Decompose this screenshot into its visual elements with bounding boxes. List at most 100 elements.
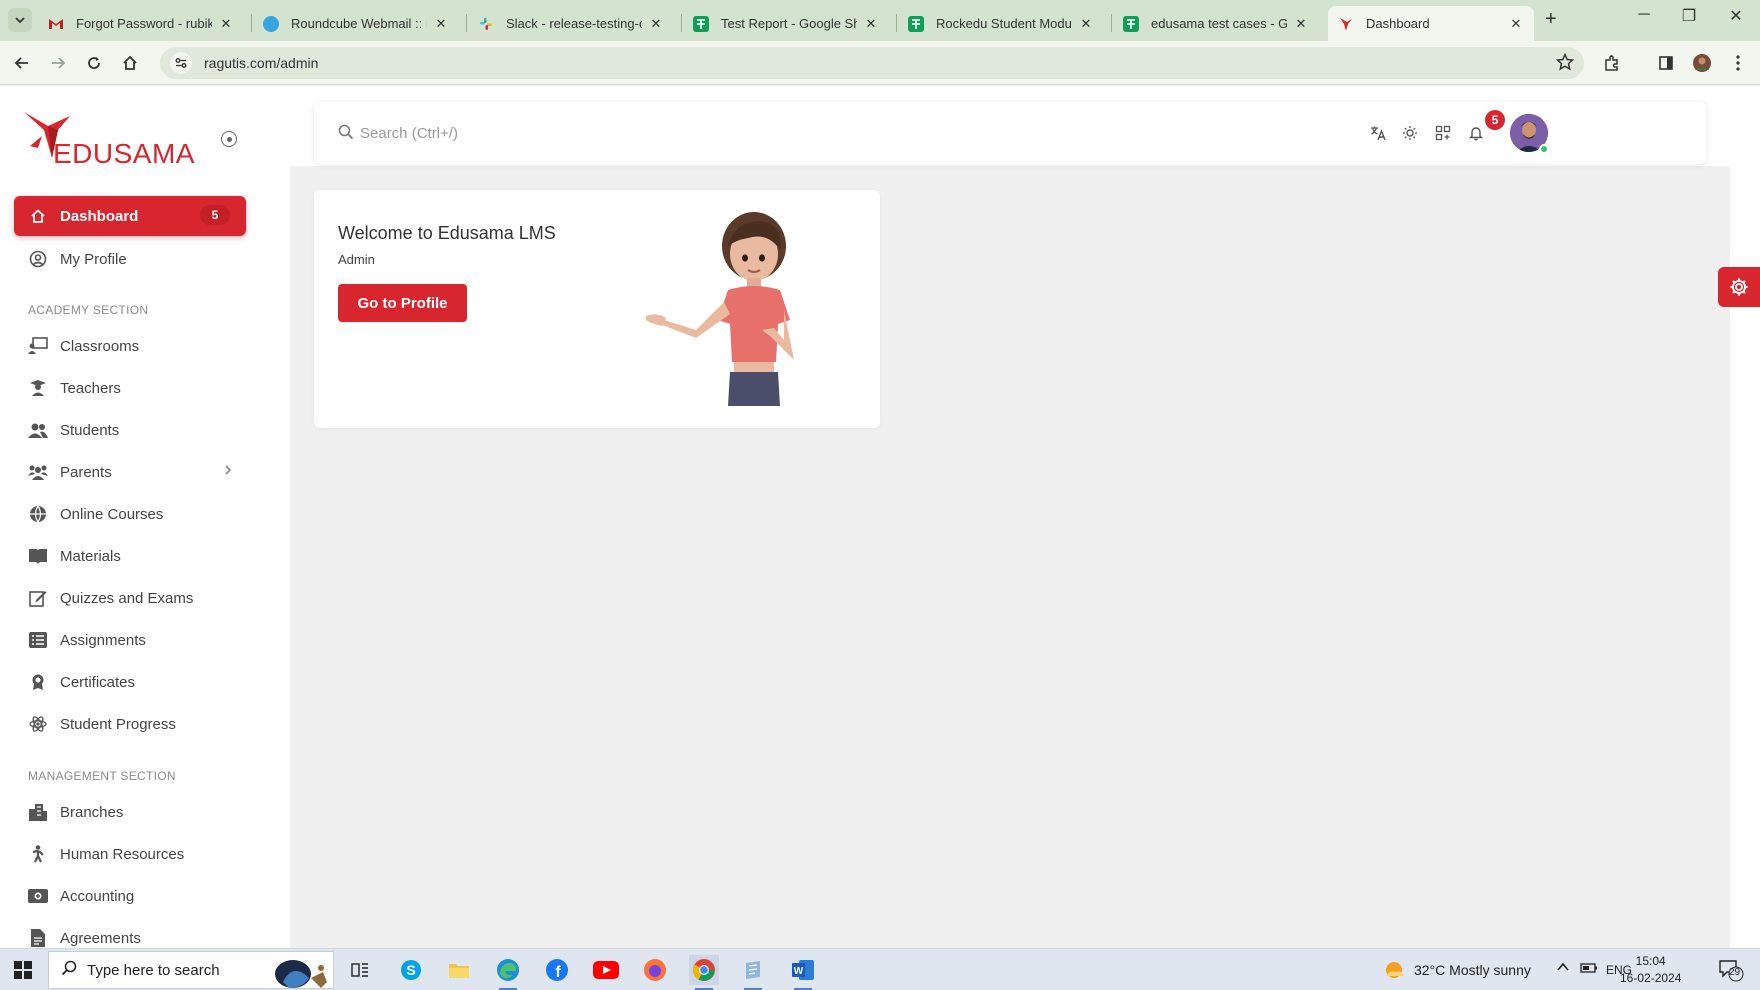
reload-icon[interactable] xyxy=(82,51,106,75)
browser-tab-bar: Forgot Password - rubikaan ✕ Roundcube W… xyxy=(0,0,1760,41)
browser-toolbar: ragutis.com/admin xyxy=(0,41,1760,85)
battery-network-icon[interactable] xyxy=(1580,961,1598,978)
gmail-icon xyxy=(48,16,64,32)
management-section-label: MANAGEMENT SECTION xyxy=(28,769,176,783)
search-icon xyxy=(338,124,354,145)
home-icon[interactable] xyxy=(118,51,142,75)
new-tab-icon[interactable]: + xyxy=(1545,8,1557,31)
theme-customizer-button[interactable] xyxy=(1718,267,1760,307)
skype-icon[interactable]: S xyxy=(396,955,426,985)
weather-text[interactable]: 32°C Mostly sunny xyxy=(1414,962,1531,978)
students-icon xyxy=(28,420,48,440)
notification-bell-icon[interactable] xyxy=(1466,123,1486,143)
close-tab-icon[interactable]: ✕ xyxy=(433,16,449,32)
facebook-icon[interactable]: f xyxy=(542,955,572,985)
side-panel-icon[interactable] xyxy=(1654,51,1678,75)
browser-menu-icon[interactable] xyxy=(1726,51,1750,75)
back-icon[interactable] xyxy=(10,51,34,75)
close-tab-icon[interactable]: ✕ xyxy=(648,16,664,32)
welcome-card: Welcome to Edusama LMS Admin Go to Profi… xyxy=(314,190,880,428)
parents-icon xyxy=(28,462,48,482)
close-window-icon[interactable]: ✕ xyxy=(1716,6,1756,26)
shortcuts-grid-icon[interactable] xyxy=(1433,123,1453,143)
forward-icon[interactable] xyxy=(46,51,70,75)
gear-icon xyxy=(1730,278,1748,296)
close-tab-icon[interactable]: ✕ xyxy=(1078,16,1094,32)
sheets-icon xyxy=(693,15,709,32)
youtube-icon[interactable] xyxy=(591,955,621,985)
browser-tab-gmail[interactable]: Forgot Password - rubikaan ✕ xyxy=(38,6,244,41)
restore-icon[interactable]: ❐ xyxy=(1669,6,1709,26)
windows-start-icon[interactable] xyxy=(14,961,32,984)
minimize-icon[interactable]: ─ xyxy=(1624,6,1664,24)
sidebar-item-branches[interactable]: Branches xyxy=(14,794,246,830)
profile-avatar-icon[interactable] xyxy=(1690,51,1714,75)
award-icon xyxy=(28,672,48,692)
close-tab-icon[interactable]: ✕ xyxy=(863,16,879,32)
taskbar-search-box[interactable]: Type here to search xyxy=(48,951,334,989)
sidebar-item-dashboard[interactable]: Dashboard 5 xyxy=(14,196,246,236)
welcome-role: Admin xyxy=(338,252,375,267)
edge-icon[interactable] xyxy=(493,955,523,990)
sidebar-collapse-toggle[interactable] xyxy=(221,131,237,147)
sidebar-item-classrooms[interactable]: Classrooms xyxy=(14,328,246,364)
sidebar-item-accounting[interactable]: Accounting xyxy=(14,878,246,914)
notification-badge: 5 xyxy=(1485,110,1505,130)
browser-tab-test-report[interactable]: Test Report - Google Sheet ✕ xyxy=(683,6,889,41)
sidebar-item-online-courses[interactable]: Online Courses xyxy=(14,496,246,532)
sidebar-item-parents[interactable]: Parents xyxy=(14,454,246,490)
word-icon[interactable]: W xyxy=(788,955,818,990)
taskbar-clock[interactable]: 15:04 16-02-2024 xyxy=(1620,953,1681,987)
sidebar-item-teachers[interactable]: Teachers xyxy=(14,370,246,406)
edit-icon xyxy=(28,588,48,608)
academy-section-label: ACADEMY SECTION xyxy=(28,303,149,317)
home-icon xyxy=(28,206,48,226)
svg-text:W: W xyxy=(794,966,804,977)
browser-tab-rockedu[interactable]: Rockedu Student Module - ✕ xyxy=(898,6,1104,41)
sidebar-item-quizzes-and-exams[interactable]: Quizzes and Exams xyxy=(14,580,246,616)
extensions-icon[interactable] xyxy=(1600,51,1624,75)
document-icon xyxy=(28,928,48,948)
file-explorer-icon[interactable] xyxy=(444,955,474,985)
search-input[interactable] xyxy=(360,120,960,146)
address-bar[interactable]: ragutis.com/admin xyxy=(160,47,1584,79)
sidebar-item-assignments[interactable]: Assignments xyxy=(14,622,246,658)
sidebar-item-materials[interactable]: Materials xyxy=(14,538,246,574)
notepad-icon[interactable] xyxy=(738,955,768,990)
firefox-icon[interactable] xyxy=(640,955,670,985)
close-tab-icon[interactable]: ✕ xyxy=(218,16,234,32)
bookmark-star-icon[interactable] xyxy=(1555,52,1575,76)
browser-tab-slack[interactable]: Slack - release-testing-dev ✕ xyxy=(468,6,674,41)
search-icon xyxy=(61,960,77,981)
svg-text:S: S xyxy=(406,962,415,978)
task-view-icon[interactable] xyxy=(345,955,375,985)
tray-chevron-up-icon[interactable] xyxy=(1556,960,1570,977)
close-tab-icon[interactable]: ✕ xyxy=(1508,16,1524,32)
translate-icon[interactable] xyxy=(1368,123,1388,143)
top-navbar: 5 xyxy=(314,102,1706,164)
user-circle-icon xyxy=(28,249,48,269)
browser-tab-roundcube[interactable]: Roundcube Webmail :: Forg ✕ xyxy=(253,6,459,41)
close-tab-icon[interactable]: ✕ xyxy=(1293,16,1309,32)
tab-search-dropdown[interactable] xyxy=(8,8,32,32)
svg-text:f: f xyxy=(555,964,561,981)
notification-count: 29 xyxy=(1729,967,1741,978)
sidebar-item-students[interactable]: Students xyxy=(14,412,246,448)
woman-presenting-illustration xyxy=(646,212,794,406)
browser-tab-edusama-test-cases[interactable]: edusama test cases - Goog ✕ xyxy=(1113,6,1319,41)
weather-icon[interactable] xyxy=(1383,959,1405,986)
site-info-icon[interactable] xyxy=(170,52,192,74)
sidebar-item-agreements[interactable]: Agreements xyxy=(14,920,246,948)
url-text: ragutis.com/admin xyxy=(204,55,319,71)
sidebar-item-my-profile[interactable]: My Profile xyxy=(14,241,246,277)
browser-tab-dashboard[interactable]: Dashboard ✕ xyxy=(1328,6,1534,41)
classroom-icon xyxy=(28,336,48,356)
theme-sun-icon[interactable] xyxy=(1400,123,1420,143)
sidebar-item-human-resources[interactable]: Human Resources xyxy=(14,836,246,872)
sidebar-item-student-progress[interactable]: Student Progress xyxy=(14,706,246,742)
sidebar-item-certificates[interactable]: Certificates xyxy=(14,664,246,700)
list-icon xyxy=(28,630,48,650)
windows-taskbar: Type here to search S f W 32°C Mostly su… xyxy=(0,948,1760,990)
chrome-icon[interactable] xyxy=(689,955,719,990)
go-to-profile-button[interactable]: Go to Profile xyxy=(338,284,467,322)
